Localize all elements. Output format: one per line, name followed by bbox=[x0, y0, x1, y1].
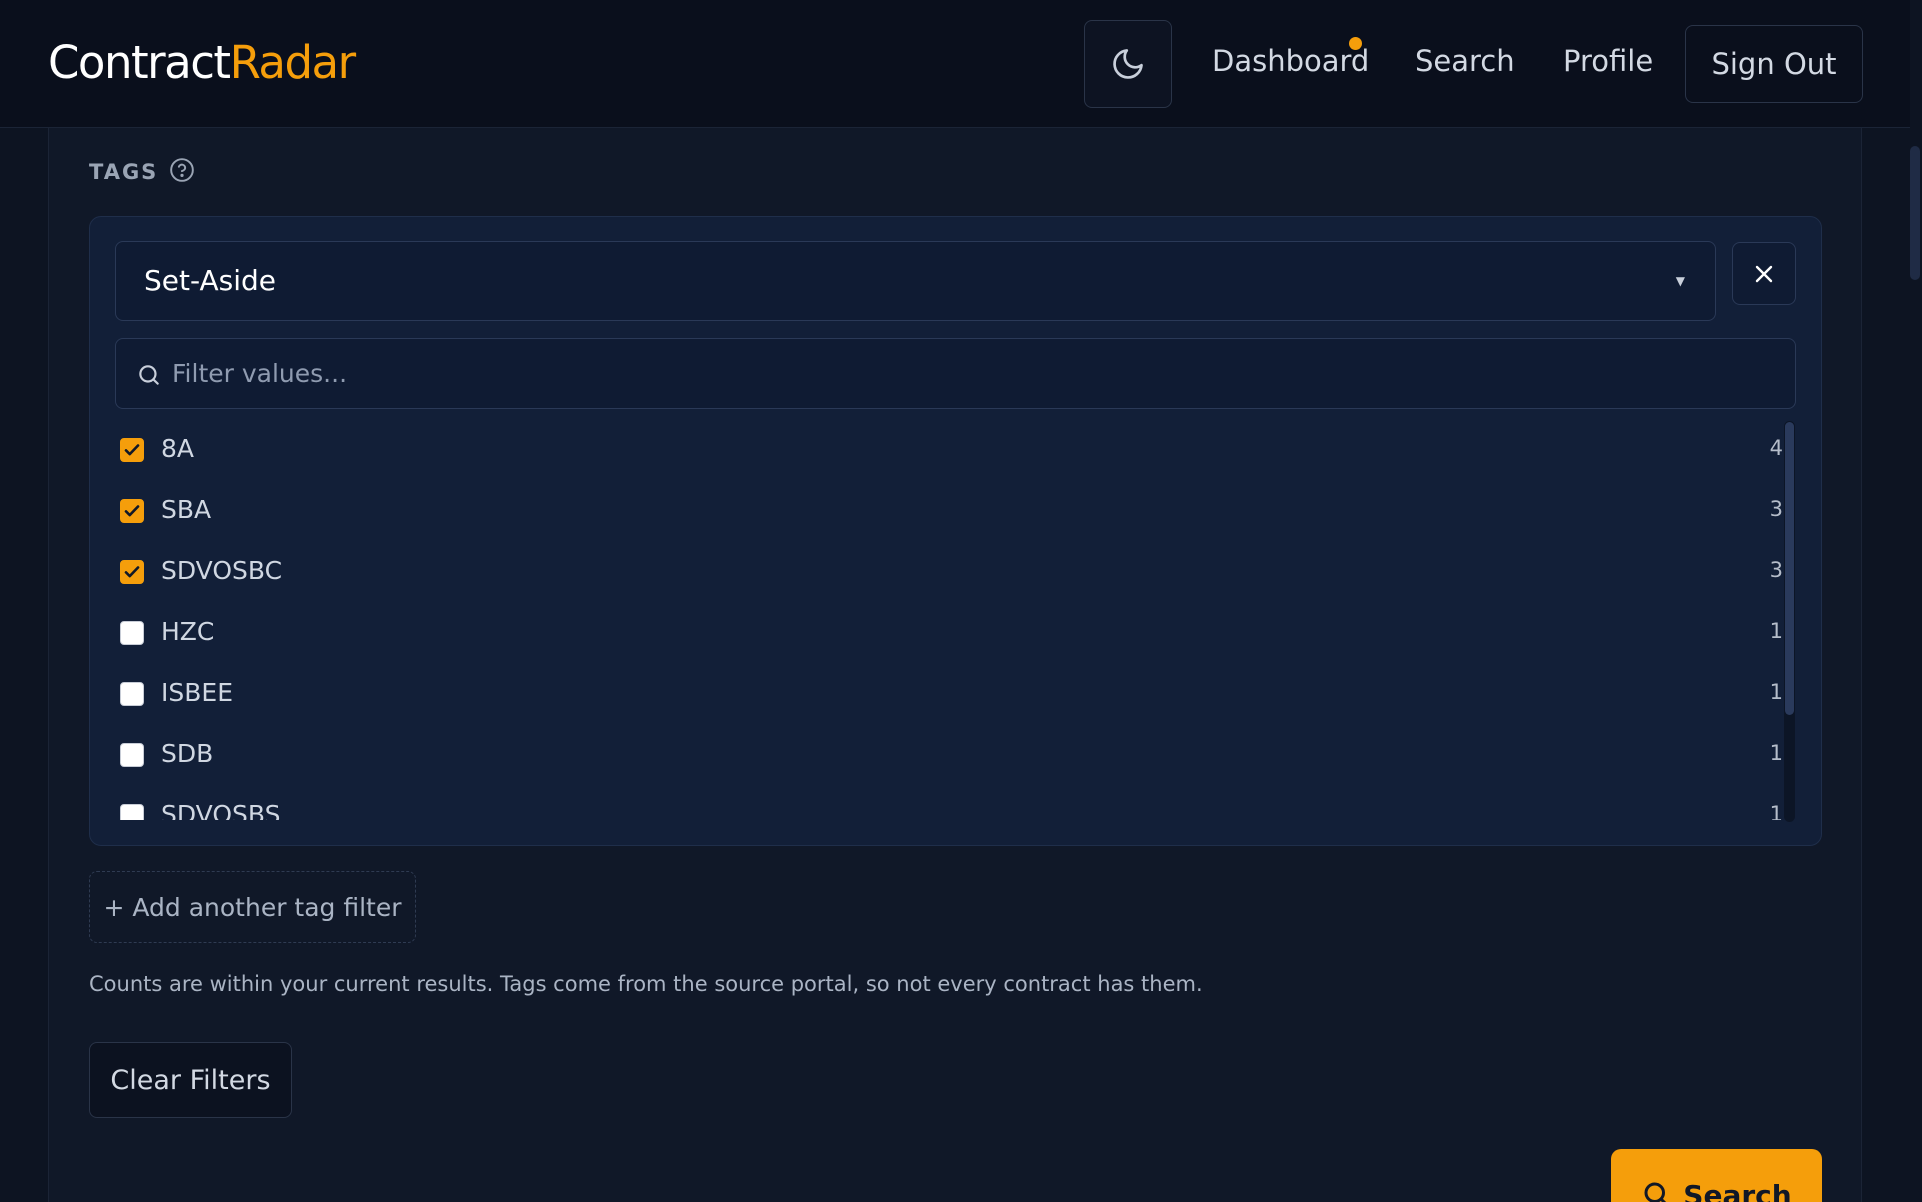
moon-icon bbox=[1113, 49, 1143, 79]
close-icon bbox=[1755, 265, 1773, 282]
tag-checkbox-checked[interactable] bbox=[120, 499, 144, 523]
tag-option-label: SBA bbox=[161, 495, 212, 524]
filter-values-input[interactable] bbox=[172, 339, 1772, 408]
page-scrollbar-thumb[interactable] bbox=[1910, 146, 1920, 280]
tag-checkbox[interactable] bbox=[120, 804, 144, 820]
tag-checkbox-checked[interactable] bbox=[120, 438, 144, 462]
tag-option-row[interactable]: ISBEE 1 bbox=[115, 664, 1783, 725]
tag-option-row[interactable]: HZC 1 bbox=[115, 603, 1783, 664]
nav-search-link[interactable]: Search bbox=[1415, 44, 1515, 78]
nav-profile-link[interactable]: Profile bbox=[1563, 44, 1653, 78]
search-button[interactable]: Search bbox=[1611, 1149, 1822, 1202]
tags-section-label: TAGS bbox=[89, 160, 159, 184]
tag-option-count: 1 bbox=[1769, 741, 1783, 765]
checkmark-icon bbox=[124, 566, 140, 578]
help-circle-icon[interactable] bbox=[169, 157, 195, 183]
tag-option-count: 1 bbox=[1769, 802, 1783, 820]
search-button-label: Search bbox=[1683, 1179, 1792, 1202]
tag-option-row[interactable]: SDVOSBS 1 bbox=[115, 786, 1783, 820]
clear-filters-button[interactable]: Clear Filters bbox=[89, 1042, 292, 1118]
tag-option-count: 3 bbox=[1769, 558, 1783, 582]
tag-option-label: SDVOSBS bbox=[161, 800, 281, 820]
app-logo[interactable]: ContractRadar bbox=[48, 36, 357, 89]
tags-help-text: Counts are within your current results. … bbox=[89, 972, 1203, 996]
logo-accent-text: Radar bbox=[229, 36, 357, 89]
checkmark-icon bbox=[124, 444, 140, 456]
options-scrollbar-thumb[interactable] bbox=[1785, 422, 1794, 715]
tag-checkbox[interactable] bbox=[120, 621, 144, 645]
checkmark-icon bbox=[124, 505, 140, 517]
dropdown-caret-icon: ▼ bbox=[1675, 274, 1685, 288]
tag-category-select[interactable]: Set-Aside ▼ bbox=[115, 241, 1716, 321]
search-icon bbox=[1644, 1182, 1667, 1202]
theme-toggle-button[interactable] bbox=[1084, 20, 1172, 108]
remove-tag-filter-button[interactable] bbox=[1732, 242, 1796, 305]
tag-option-row[interactable]: SDVOSBC 3 bbox=[115, 542, 1783, 603]
logo-main-text: Contract bbox=[48, 36, 231, 89]
search-icon bbox=[139, 365, 159, 385]
tag-option-row[interactable]: SDB 1 bbox=[115, 725, 1783, 786]
tag-option-row[interactable]: 8A 4 bbox=[115, 420, 1783, 481]
tag-option-label: HZC bbox=[161, 617, 215, 646]
tag-checkbox-checked[interactable] bbox=[120, 560, 144, 584]
notification-dot bbox=[1349, 37, 1362, 50]
tag-option-label: SDB bbox=[161, 739, 214, 768]
nav-dashboard-link[interactable]: Dashboard bbox=[1212, 44, 1369, 78]
top-navbar: ContractRadar Dashboard Search Profile S… bbox=[0, 0, 1910, 128]
tag-checkbox[interactable] bbox=[120, 743, 144, 767]
page: ContractRadar Dashboard Search Profile S… bbox=[0, 0, 1922, 1202]
tag-option-label: ISBEE bbox=[161, 678, 233, 707]
tag-checkbox[interactable] bbox=[120, 682, 144, 706]
selected-tag-category: Set-Aside bbox=[144, 264, 276, 297]
tag-option-row[interactable]: SBA 3 bbox=[115, 481, 1783, 542]
tag-option-label: 8A bbox=[161, 434, 195, 463]
tag-option-count: 1 bbox=[1769, 619, 1783, 643]
add-tag-filter-button[interactable]: + Add another tag filter bbox=[89, 871, 416, 943]
tag-options-list: 8A 4 SBA 3 SDVOSBC 3 HZC 1 ISBEE 1 SDB 1 bbox=[115, 420, 1796, 820]
tag-option-count: 1 bbox=[1769, 680, 1783, 704]
sign-out-button[interactable]: Sign Out bbox=[1685, 25, 1863, 103]
filter-values-field bbox=[115, 338, 1796, 409]
tag-option-count: 4 bbox=[1769, 436, 1783, 460]
tag-option-count: 3 bbox=[1769, 497, 1783, 521]
tag-option-label: SDVOSBC bbox=[161, 556, 283, 585]
